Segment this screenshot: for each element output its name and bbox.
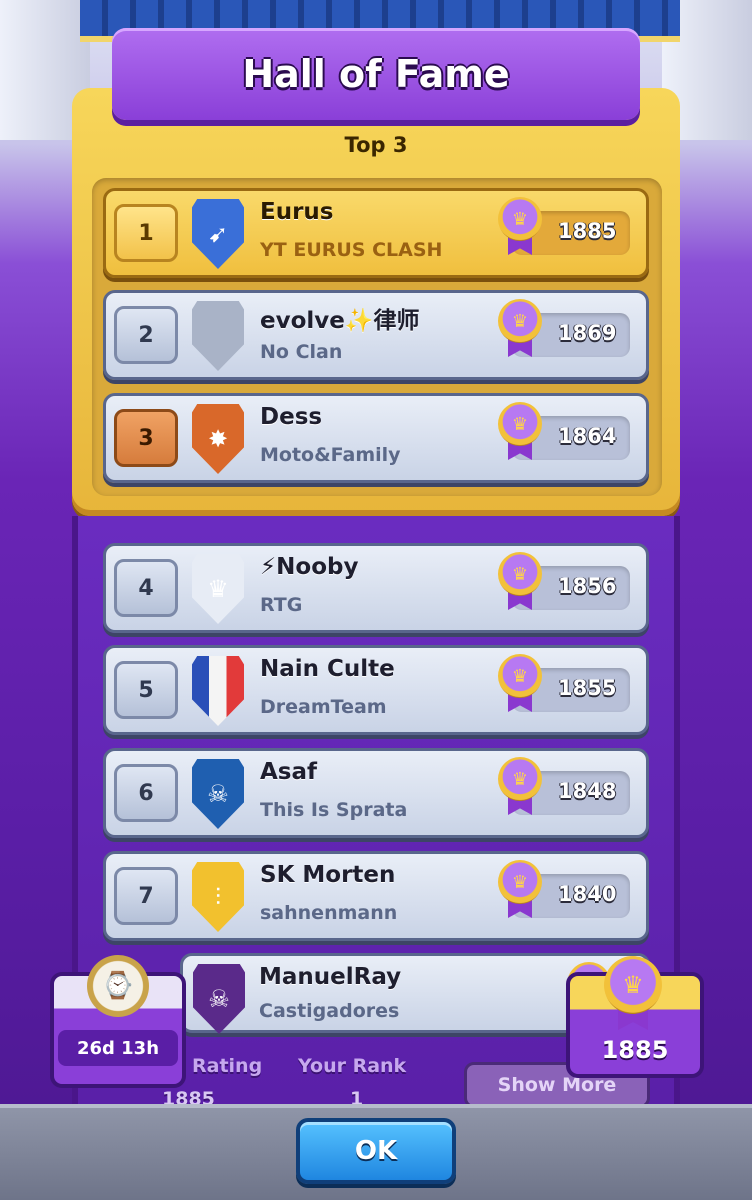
rank-number: 5 xyxy=(114,661,178,719)
ok-button[interactable]: OK xyxy=(296,1118,456,1184)
my-trophies-value: 1885 xyxy=(601,1036,669,1064)
crown-medal-icon: ♛ xyxy=(498,552,542,610)
arrow-shield-icon: ➹ xyxy=(192,199,244,269)
crown-medal-icon: ♛ xyxy=(498,197,542,255)
empty-shield-icon xyxy=(192,301,244,371)
your-rank-label: Your Rank xyxy=(298,1055,407,1077)
player-name: Nain Culte xyxy=(260,656,395,682)
clan-name: YT EURUS CLASH xyxy=(260,239,443,261)
season-timer: 26d 13h xyxy=(58,1030,178,1066)
trophy-value: 1869 xyxy=(558,321,617,345)
france-flag-shield-icon xyxy=(192,656,244,726)
trophy-count: ♛ 1855 xyxy=(498,654,630,712)
crown-medal-icon: ♛ xyxy=(604,956,662,1030)
trophy-count: ♛ 1840 xyxy=(498,860,630,918)
clan-name: No Clan xyxy=(260,341,343,363)
player-name: Eurus xyxy=(260,199,334,225)
trophy-value: 1856 xyxy=(558,574,617,598)
trophy-count: ♛ 1848 xyxy=(498,757,630,815)
crown-medal-icon: ♛ xyxy=(498,654,542,712)
bamboo-shield-icon: ⫶ xyxy=(192,862,244,932)
player-name: ManuelRay xyxy=(259,964,402,990)
rank-number: 6 xyxy=(114,764,178,822)
player-name: ⚡Nooby xyxy=(260,554,359,580)
trophy-value: 1848 xyxy=(558,779,617,803)
trophy-count: ♛ 1856 xyxy=(498,552,630,610)
trophy-value: 1855 xyxy=(558,676,617,700)
player-name: SK Morten xyxy=(260,862,396,888)
trophy-value: 1864 xyxy=(558,424,617,448)
crown-shield-icon: ♛ xyxy=(192,554,244,624)
star-shield-icon: ✸ xyxy=(192,404,244,474)
crown-medal-icon: ♛ xyxy=(498,860,542,918)
rank-number: 1 xyxy=(114,204,178,262)
clan-name: sahnenmann xyxy=(260,902,398,924)
leaderboard-row[interactable]: 5 Nain Culte DreamTeam ♛ 1855 xyxy=(103,645,649,735)
crown-medal-icon: ♛ xyxy=(498,757,542,815)
leaderboard-row[interactable]: 4 ♛ ⚡Nooby RTG ♛ 1856 xyxy=(103,543,649,633)
page-title: Hall of Fame xyxy=(242,52,510,96)
rank-number: 2 xyxy=(114,306,178,364)
leaderboard-row[interactable]: 2 evolve✨律师 No Clan ♛ 1869 xyxy=(103,290,649,380)
clock-icon: ⌚ xyxy=(87,955,149,1017)
title-banner: Hall of Fame xyxy=(112,28,640,120)
purple-skull-shield-icon: ☠ xyxy=(193,964,245,1034)
crown-medal-icon: ♛ xyxy=(498,299,542,357)
clan-name: DreamTeam xyxy=(260,696,387,718)
crown-medal-icon: ♛ xyxy=(498,402,542,460)
top-three-label: Top 3 xyxy=(344,133,408,157)
trophy-count: ♛ 1864 xyxy=(498,402,630,460)
clan-name: Castigadores xyxy=(259,1000,400,1022)
rating-label: Rating xyxy=(192,1055,263,1077)
trophy-count: ♛ 1885 xyxy=(498,197,630,255)
leaderboard-row[interactable]: 7 ⫶ SK Morten sahnenmann ♛ 1840 xyxy=(103,851,649,941)
rank-number: 4 xyxy=(114,559,178,617)
trophy-value: 1885 xyxy=(558,219,617,243)
player-name: evolve✨律师 xyxy=(260,308,420,334)
player-name: Asaf xyxy=(260,759,318,785)
clan-name: RTG xyxy=(260,594,303,616)
leaderboard-row[interactable]: 1 ➹ Eurus YT EURUS CLASH ♛ 1885 xyxy=(103,188,649,278)
skull-shield-icon: ☠ xyxy=(192,759,244,829)
rank-number: 7 xyxy=(114,867,178,925)
trophy-count: ♛ 1869 xyxy=(498,299,630,357)
rank-number: 3 xyxy=(114,409,178,467)
clan-name: Moto&Family xyxy=(260,444,401,466)
leaderboard-row[interactable]: 6 ☠ Asaf This Is Sprata ♛ 1848 xyxy=(103,748,649,838)
clan-name: This Is Sprata xyxy=(260,799,408,821)
leaderboard-row[interactable]: 3 ✸ Dess Moto&Family ♛ 1864 xyxy=(103,393,649,483)
player-name: Dess xyxy=(260,404,323,430)
trophy-value: 1840 xyxy=(558,882,617,906)
